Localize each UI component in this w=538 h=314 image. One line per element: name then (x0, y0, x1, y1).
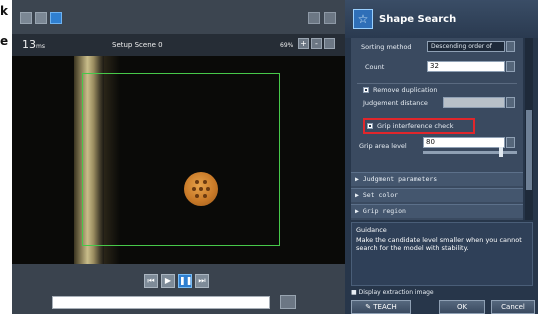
count-label: Count (365, 63, 385, 71)
expand-arrow-icon: ▶ (355, 175, 359, 183)
expand-arrow-icon: ▶ (355, 191, 359, 199)
settings-panel: ☆ Shape Search Sorting method Descending… (345, 0, 538, 314)
sorting-method-select[interactable]: Descending order of (427, 41, 505, 52)
guidance-box: Guidance Make the candidate level smalle… (351, 222, 533, 286)
scene-name: Setup Scene 0 (112, 41, 163, 49)
stray-char-1: k (0, 4, 8, 18)
panel-header: ☆ Shape Search (345, 0, 538, 38)
section-set-color[interactable]: ▶ Set color (351, 188, 523, 202)
display-extraction-label: Display extraction image (358, 289, 434, 296)
zoom-out-glyph: - (315, 39, 318, 48)
search-icon[interactable] (324, 12, 336, 24)
image-viewer: 13ms Setup Scene 0 69% + - ⏮ ▶ ❚❚ ⏭ (12, 0, 345, 314)
judgement-distance-input[interactable] (443, 97, 505, 108)
folder-icon[interactable] (50, 12, 62, 24)
guidance-title: Guidance (356, 226, 387, 234)
grip-interference-checkbox[interactable] (367, 123, 373, 129)
ok-button[interactable]: OK (439, 300, 485, 314)
time-value: 13 (22, 38, 36, 51)
cancel-button[interactable]: Cancel (491, 300, 535, 314)
grip-area-level-stepper[interactable] (506, 137, 515, 148)
divider (357, 83, 517, 84)
browse-folder-icon[interactable] (280, 295, 296, 309)
judgement-distance-label: Judgement distance (363, 99, 428, 107)
count-stepper[interactable] (506, 61, 515, 72)
teach-button[interactable]: ✎ TEACH (351, 300, 411, 314)
guidance-text: Make the candidate level smaller when yo… (356, 236, 522, 252)
settings-scrollbar-thumb[interactable] (526, 110, 532, 190)
skip-back-icon[interactable]: ⏮ (144, 274, 158, 288)
camera-image[interactable] (12, 56, 345, 264)
fit-view-icon[interactable] (324, 38, 335, 49)
playback-bar: ⏮ ▶ ❚❚ ⏭ (12, 264, 345, 314)
grip-area-level-label: Grip area level (359, 142, 407, 150)
skip-forward-icon[interactable]: ⏭ (195, 274, 209, 288)
judgement-distance-stepper[interactable] (506, 97, 515, 108)
layout-icon[interactable] (20, 12, 32, 24)
grip-interference-label: Grip interference check (377, 122, 454, 130)
detected-workpiece (184, 172, 218, 206)
zoom-in-glyph: + (300, 39, 307, 48)
zoom-in-icon[interactable]: + (298, 38, 309, 49)
panel-title: Shape Search (379, 14, 457, 25)
display-extraction-row[interactable]: ■ Display extraction image (351, 289, 434, 296)
list-icon[interactable] (308, 12, 320, 24)
expand-arrow-icon: ▶ (355, 207, 359, 215)
section-label: Grip region (362, 207, 406, 215)
stray-char-2: e (0, 34, 9, 48)
time-unit: ms (36, 43, 45, 50)
shape-search-icon: ☆ (353, 9, 373, 29)
viewer-info-row: 13ms Setup Scene 0 69% + - (12, 34, 345, 56)
grid-icon[interactable] (35, 12, 47, 24)
sorting-dropdown-arrow-icon[interactable] (506, 41, 515, 52)
remove-duplication-label: Remove duplication (373, 86, 438, 94)
section-label: Judgment parameters (362, 175, 438, 183)
count-input[interactable]: 32 (427, 61, 505, 72)
viewer-toolbar (12, 0, 345, 34)
image-file-field[interactable] (52, 296, 270, 309)
section-judgment-parameters[interactable]: ▶ Judgment parameters (351, 172, 523, 186)
grip-area-level-input[interactable]: 80 (423, 137, 505, 148)
sorting-method-label: Sorting method (361, 43, 412, 51)
pause-icon[interactable]: ❚❚ (178, 274, 192, 288)
grip-area-level-slider-thumb[interactable] (499, 147, 503, 157)
zoom-level: 69% (280, 42, 294, 49)
section-grip-region[interactable]: ▶ Grip region (351, 204, 523, 218)
search-region[interactable] (82, 73, 280, 246)
section-label: Set color (362, 191, 399, 199)
remove-duplication-checkbox[interactable] (363, 87, 369, 93)
zoom-out-icon[interactable]: - (311, 38, 322, 49)
play-icon[interactable]: ▶ (161, 274, 175, 288)
teach-label: TEACH (373, 303, 397, 311)
process-time: 13ms (22, 38, 45, 51)
